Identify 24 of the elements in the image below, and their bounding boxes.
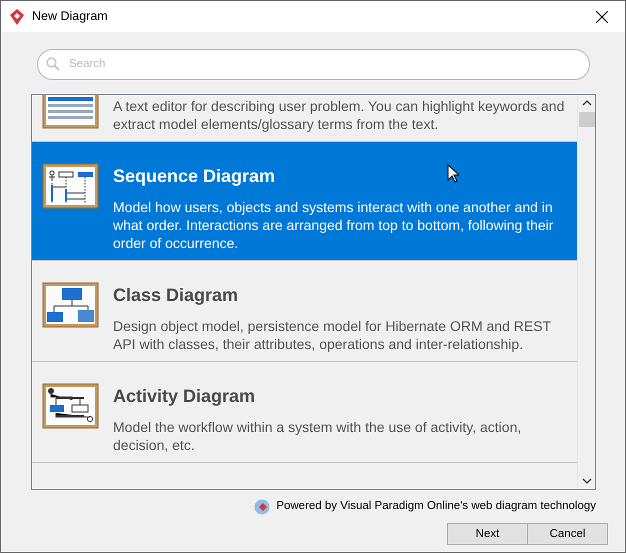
diagram-type-description: Model the workflow within a system with the use of activity, action, decision, etc.: [113, 418, 522, 454]
diagram-thumbnail-icon: [42, 282, 99, 329]
globe-icon: [254, 498, 270, 515]
diagram-type-title: Activity Diagram: [113, 385, 256, 408]
scroll-thumb[interactable]: [578, 112, 594, 127]
diagram-type-item[interactable]: Sequence Diagram Model how users, objects and systems interact with one another and in what order. Interactions are arranged from top to bottom, following their order of occurrence.: [32, 142, 577, 261]
diagram-type-item[interactable]: Activity Diagram Model the workflow within a system with the use of activity, action, decision, etc.: [32, 362, 577, 463]
window-title: New Diagram: [32, 8, 108, 26]
powered-by-text: Powered by Visual Paradigm Online's web diagram technology: [276, 499, 596, 514]
dialog-button[interactable]: Cancel: [527, 523, 608, 546]
close-icon: [596, 10, 608, 22]
diagram-type-description: Model how users, objects and systems interact with one another and in what order. Interactions are arranged from top to bottom, following their order of occurrence.: [113, 198, 554, 252]
diagram-type-title: Class Diagram: [113, 284, 238, 307]
scrollbar[interactable]: [577, 95, 595, 489]
search-field[interactable]: Search: [37, 49, 590, 80]
diagram-thumbnail-icon: [42, 163, 99, 210]
dialog-button[interactable]: Next: [447, 523, 528, 546]
mouse-cursor-icon: [447, 164, 459, 183]
diagram-type-description: A text editor for describing user problem. You can highlight keywords and extract model elements/glossary terms from the text.: [113, 97, 566, 133]
diagram-type-description: Design object model, persistence model for Hibernate ORM and REST API with classes, their attributes, operations and inter-relationship.: [113, 317, 552, 353]
diagram-type-title: Sequence Diagram: [113, 165, 276, 188]
diagram-thumbnail-icon: [42, 383, 99, 430]
app-logo-icon: [9, 8, 25, 24]
diagram-type-item[interactable]: Class Diagram Design object model, persistence model for Hibernate ORM and REST API with classes, their attributes, operations and inter-relationship.: [32, 261, 577, 362]
